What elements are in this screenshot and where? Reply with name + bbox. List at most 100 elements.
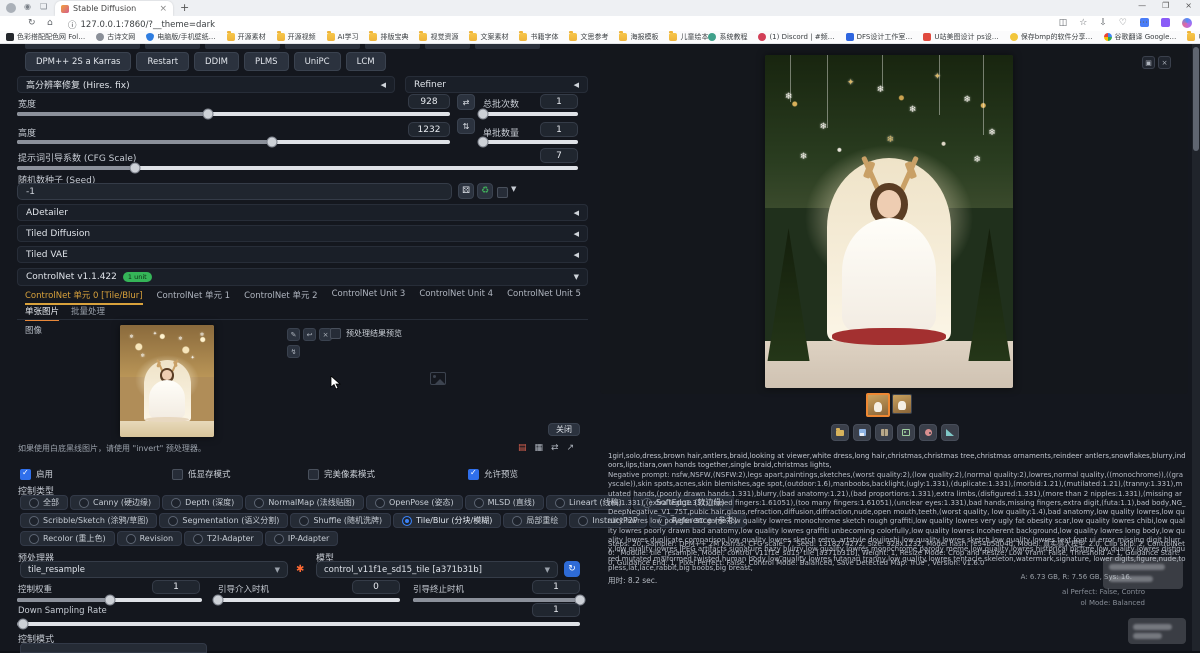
window-control-button[interactable]: × xyxy=(1185,1,1192,10)
controlnet-unit-tab[interactable]: ControlNet Unit 4 xyxy=(419,289,493,305)
canvas-tool-icon[interactable]: ▦ xyxy=(535,443,544,453)
width-slider[interactable] xyxy=(17,112,450,116)
gallery-thumbnail[interactable] xyxy=(892,394,912,414)
canvas-tool-icon[interactable]: ↗ xyxy=(567,443,575,453)
radio-icon[interactable] xyxy=(171,498,181,508)
gallery-thumbnail-selected[interactable] xyxy=(866,393,890,417)
image-widget-button[interactable]: ↩ xyxy=(303,328,316,341)
preview-result-option[interactable]: 预处理结果预览 xyxy=(330,328,402,339)
bookmark-item[interactable]: U站美图设计 ps设… xyxy=(923,32,998,42)
profile-avatar[interactable] xyxy=(6,3,16,13)
control-type-option[interactable]: 局部重绘 xyxy=(503,513,567,528)
control-type-option[interactable]: NormalMap (法线贴图) xyxy=(245,495,364,510)
close-image-button[interactable]: 关闭 xyxy=(548,423,580,436)
control-type-option[interactable]: Tile/Blur (分块/模糊) xyxy=(393,513,501,528)
control-type-option[interactable]: Segmentation (语义分割) xyxy=(159,513,288,528)
bookmark-item[interactable]: 系统教程 xyxy=(708,32,747,42)
save-zip-button[interactable] xyxy=(875,424,893,441)
guidance-end-input[interactable]: 1 xyxy=(532,580,580,594)
guidance-start-input[interactable]: 0 xyxy=(352,580,400,594)
controlnet-unit-tab[interactable]: ControlNet 单元 0 [Tile/Blur] xyxy=(25,289,143,305)
model-dropdown[interactable]: control_v11f1e_sd15_tile [a371b31b] ▼ xyxy=(316,561,558,578)
window-control-button[interactable]: ❐ xyxy=(1162,1,1169,10)
radio-icon[interactable] xyxy=(555,498,565,508)
control-type-option[interactable]: Canny (硬边缘) xyxy=(70,495,160,510)
radio-icon[interactable] xyxy=(512,516,522,526)
bookmark-item[interactable]: 书籍字体 xyxy=(519,32,558,42)
refresh-models-button[interactable]: ↻ xyxy=(564,561,580,577)
extra-seed-checkbox[interactable] xyxy=(497,187,508,198)
control-type-option[interactable]: Shuffle (随机洗牌) xyxy=(290,513,391,528)
send-to-inpaint-button[interactable] xyxy=(941,424,959,441)
bookmark-item[interactable]: 排版宝典 xyxy=(369,32,408,42)
bookmark-item[interactable]: 保存bmp的软件分享… xyxy=(1010,32,1093,42)
reuse-seed-button[interactable]: ♻ xyxy=(477,183,493,199)
site-info-icon[interactable]: ⓘ xyxy=(68,19,77,31)
send-to-img2img-button[interactable] xyxy=(919,424,937,441)
control-type-option[interactable]: MLSD (直线) xyxy=(465,495,544,510)
checkbox-icon[interactable] xyxy=(172,469,183,480)
aspect-ratio-button[interactable]: ⇄ xyxy=(457,94,475,110)
tab-close-icon[interactable]: × xyxy=(159,4,167,14)
radio-icon[interactable] xyxy=(578,516,588,526)
sampler-button[interactable]: DPM++ 2S a Karras xyxy=(25,52,131,71)
tab-actions-icon[interactable]: ❏ xyxy=(40,2,47,11)
bookmark-item[interactable]: 电商设计 xyxy=(1187,32,1200,42)
cfg-input[interactable]: 7 xyxy=(540,148,578,163)
bookmark-item[interactable]: 电脑版/手机壁纸… xyxy=(146,32,215,42)
control-type-option[interactable]: IP-Adapter xyxy=(265,531,338,546)
image-widget-button[interactable]: ✎ xyxy=(287,328,300,341)
extension-icon[interactable] xyxy=(1161,18,1170,27)
controlnet-option[interactable]: 允许预览 xyxy=(468,468,518,480)
bookmark-item[interactable]: 开源视频 xyxy=(277,32,316,42)
bookmark-item[interactable]: 色彩搭配配色网 Fol… xyxy=(6,32,85,42)
bookmark-item[interactable]: 儿童绘本 xyxy=(669,32,708,42)
sampler-button[interactable]: UniPC xyxy=(294,52,341,71)
copilot-icon[interactable] xyxy=(1182,18,1192,28)
control-mode-clipped-row[interactable] xyxy=(20,643,207,653)
radio-icon[interactable] xyxy=(29,516,39,526)
workspaces-icon[interactable]: ◉ xyxy=(24,2,31,11)
control-type-option[interactable]: Scribble/Sketch (涂鸦/草图) xyxy=(20,513,157,528)
radio-icon[interactable] xyxy=(254,498,264,508)
new-tab-button[interactable]: + xyxy=(180,1,189,14)
toolbar-icon[interactable]: ☆ xyxy=(1079,18,1087,28)
height-slider[interactable] xyxy=(17,140,450,144)
canvas-tool-icon[interactable]: ▤ xyxy=(518,443,527,453)
radio-icon[interactable] xyxy=(299,516,309,526)
controlnet-unit-tab[interactable]: ControlNet Unit 5 xyxy=(507,289,581,305)
bookmark-item[interactable]: DFS设计工作室… xyxy=(846,32,913,42)
radio-icon[interactable] xyxy=(29,498,39,508)
canvas-tool-icon[interactable]: ⇄ xyxy=(551,443,559,453)
tool-button[interactable]: ↯ xyxy=(287,345,300,358)
guidance-end-slider[interactable] xyxy=(413,598,580,602)
swap-dimensions-button[interactable]: ⇅ xyxy=(457,118,475,134)
bookmark-item[interactable]: 开源素材 xyxy=(227,32,266,42)
sampler-button[interactable]: Restart xyxy=(136,52,189,71)
control-type-option[interactable]: T2I-Adapter xyxy=(184,531,263,546)
sampler-button[interactable]: DDIM xyxy=(194,52,239,71)
checkbox-icon[interactable] xyxy=(468,469,479,480)
open-folder-button[interactable] xyxy=(831,424,849,441)
bookmark-item[interactable]: (1) Discord | #频… xyxy=(758,32,834,42)
bookmark-item[interactable]: 视觉资源 xyxy=(419,32,458,42)
batch-size-slider[interactable] xyxy=(483,140,578,144)
width-input[interactable]: 928 xyxy=(408,94,450,109)
checkbox-icon[interactable] xyxy=(308,469,319,480)
radio-icon[interactable] xyxy=(29,534,39,544)
bookmark-item[interactable]: 古诗文网 xyxy=(96,32,135,42)
control-type-option[interactable]: Depth (深度) xyxy=(162,495,243,510)
controlnet-option[interactable]: 启用 xyxy=(20,468,172,480)
bookmark-item[interactable]: 文案素材 xyxy=(469,32,508,42)
browser-tab[interactable]: Stable Diffusion × xyxy=(55,1,173,16)
refiner-accordion[interactable]: Refiner ◀ xyxy=(405,76,588,93)
toolbar-icon[interactable]: ⇩ xyxy=(1099,18,1107,28)
gallery-corner-button[interactable]: × xyxy=(1158,56,1171,69)
toolbar-icon[interactable]: ♡ xyxy=(1119,18,1127,28)
extension-accordion[interactable]: ADetailer ◀ xyxy=(17,204,588,221)
window-control-button[interactable]: — xyxy=(1138,1,1146,10)
generated-image[interactable]: ❄ ❄ ✦ ❄ ❄ ✦ ❄ ❄ ❄ ❄ ❄ xyxy=(765,55,1013,388)
controlnet-unit-tab[interactable]: ControlNet 单元 1 xyxy=(157,289,230,305)
sampler-button[interactable]: PLMS xyxy=(244,52,289,71)
control-type-option[interactable]: 全部 xyxy=(20,495,68,510)
